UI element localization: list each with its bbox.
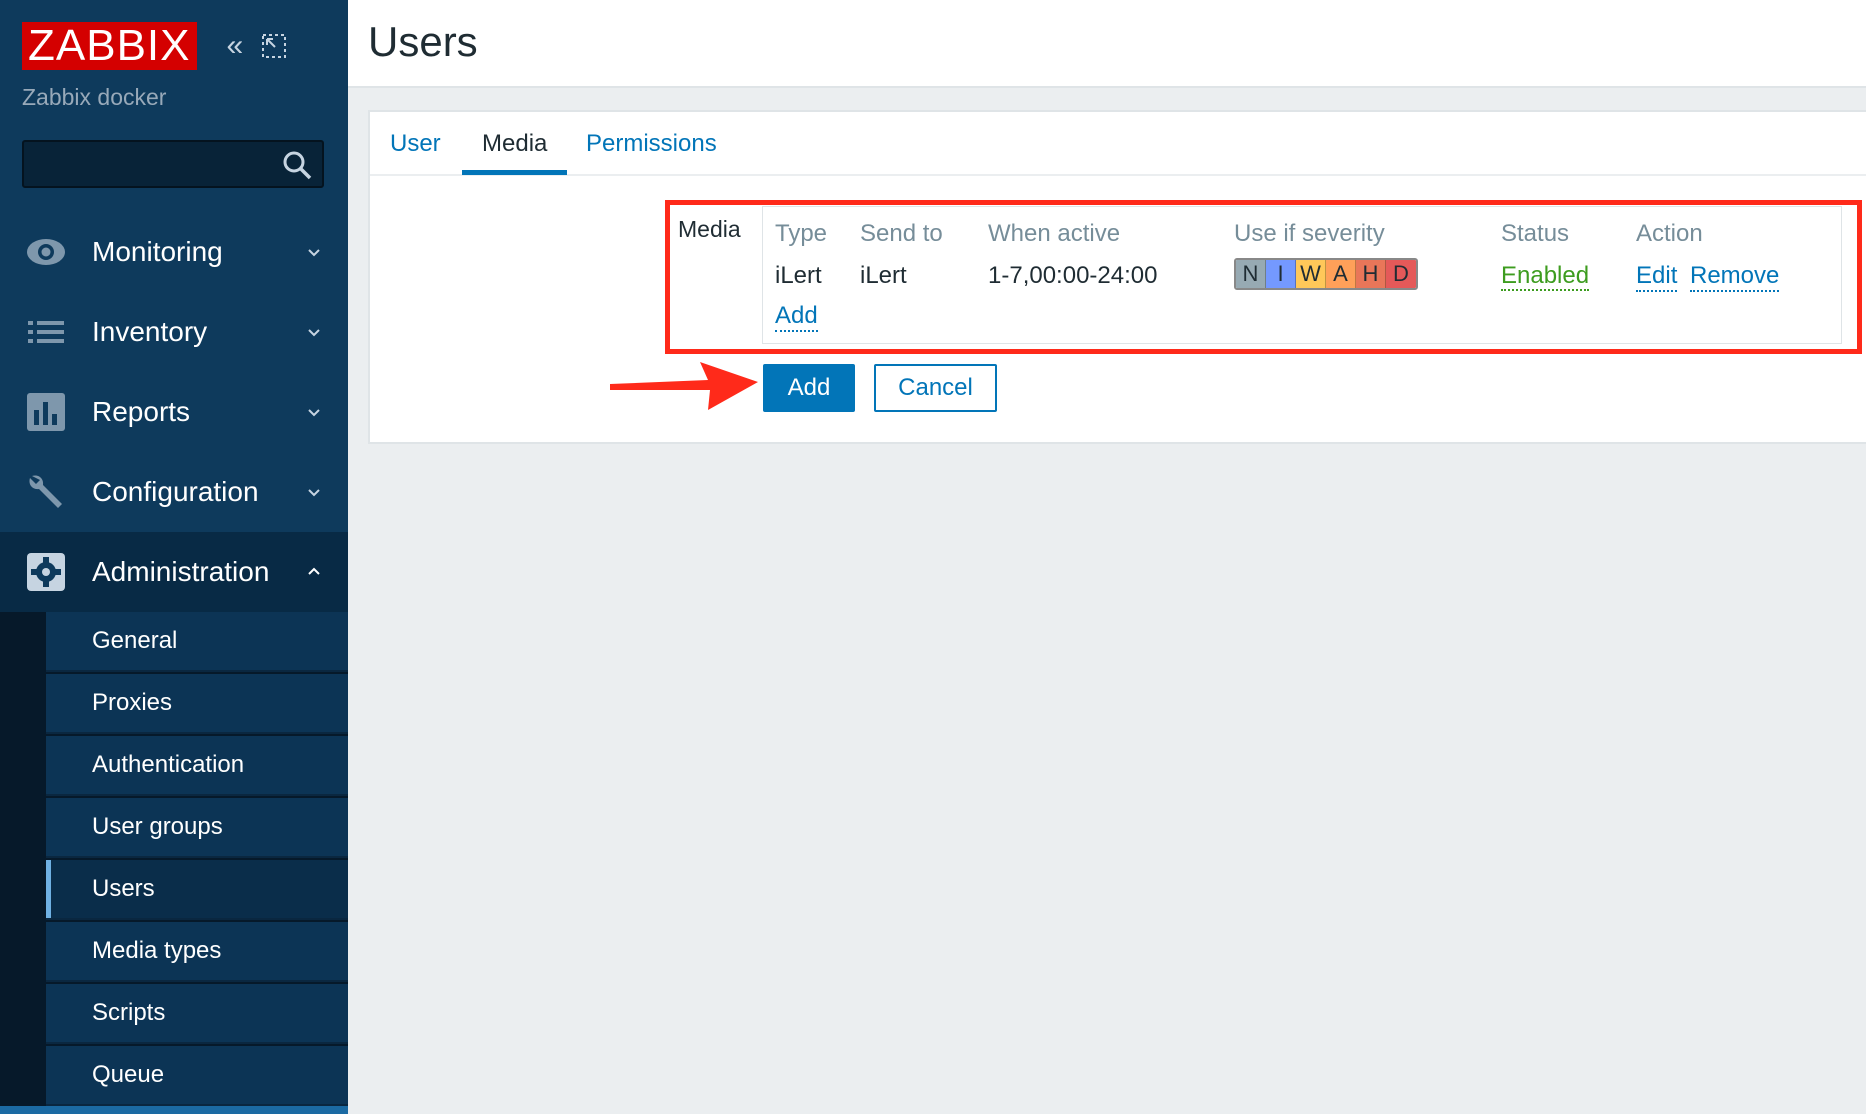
- nav-administration[interactable]: Administration: [0, 532, 348, 612]
- submenu-queue[interactable]: Queue: [46, 1046, 348, 1106]
- gear-icon: [27, 553, 65, 591]
- submenu-media-types[interactable]: Media types: [46, 922, 348, 982]
- chevron-down-icon: [308, 489, 320, 497]
- kiosk-mode-icon[interactable]: [261, 33, 287, 59]
- submenu-label: User groups: [92, 813, 223, 840]
- pointer-arrow-icon: [610, 362, 758, 410]
- page-title: Users: [368, 18, 478, 65]
- submenu-label: General: [92, 627, 178, 654]
- tab-bar: User Media Permissions: [370, 112, 1866, 176]
- logo-row: ZABBIX «: [22, 22, 287, 70]
- highlight-box: [665, 200, 1862, 354]
- nav-inventory-label: Inventory: [92, 316, 208, 347]
- cancel-button[interactable]: Cancel: [874, 364, 997, 412]
- tab-media[interactable]: Media: [482, 130, 547, 158]
- nav-inventory[interactable]: Inventory: [0, 292, 348, 372]
- nav-configuration[interactable]: Configuration: [0, 452, 348, 532]
- submenu-general[interactable]: General: [46, 612, 348, 672]
- submenu-label: Media types: [92, 937, 222, 964]
- submenu-label: Users: [92, 875, 155, 902]
- sidebar-search-input[interactable]: [22, 140, 324, 188]
- nav-administration-label: Administration: [92, 556, 270, 587]
- submenu-authentication[interactable]: Authentication: [46, 736, 348, 796]
- page-header: Users: [348, 0, 1866, 88]
- nav-configuration-label: Configuration: [92, 476, 259, 507]
- chevron-up-icon: [308, 567, 320, 575]
- chevron-down-icon: [308, 329, 320, 337]
- sidebar: ZABBIX « Zabbix docker Monitoring Invent…: [0, 0, 348, 1114]
- chevron-down-icon: [308, 249, 320, 257]
- submenu-users[interactable]: Users: [46, 860, 348, 920]
- nav-reports-label: Reports: [92, 396, 191, 427]
- list-icon: [28, 321, 64, 343]
- submenu-label: Queue: [92, 1061, 165, 1088]
- bar-chart-icon: [27, 393, 65, 431]
- search-icon[interactable]: [282, 150, 312, 180]
- submenu-proxies[interactable]: Proxies: [46, 674, 348, 734]
- submenu-user-groups[interactable]: User groups: [46, 798, 348, 858]
- nav-monitoring[interactable]: Monitoring: [0, 212, 348, 292]
- tab-user[interactable]: User: [390, 130, 441, 158]
- chevron-down-icon: [308, 409, 320, 417]
- administration-submenu: General Proxies Authentication User grou…: [0, 612, 348, 1114]
- submenu-scripts[interactable]: Scripts: [46, 984, 348, 1044]
- nav-monitoring-label: Monitoring: [92, 236, 223, 267]
- submenu-label: Authentication: [92, 751, 245, 778]
- submenu-label: Scripts: [92, 999, 166, 1026]
- nav-reports[interactable]: Reports: [0, 372, 348, 452]
- tab-permissions[interactable]: Permissions: [586, 130, 717, 158]
- sidebar-bottom-bar: [0, 1106, 348, 1114]
- add-button[interactable]: Add: [763, 364, 855, 412]
- instance-name: Zabbix docker: [22, 84, 167, 110]
- wrench-icon: [29, 475, 63, 508]
- eye-icon: [27, 239, 65, 265]
- collapse-sidebar-icon[interactable]: «: [227, 29, 244, 63]
- submenu-label: Proxies: [92, 689, 173, 716]
- zabbix-logo[interactable]: ZABBIX: [22, 22, 197, 70]
- active-tab-indicator: [462, 170, 567, 175]
